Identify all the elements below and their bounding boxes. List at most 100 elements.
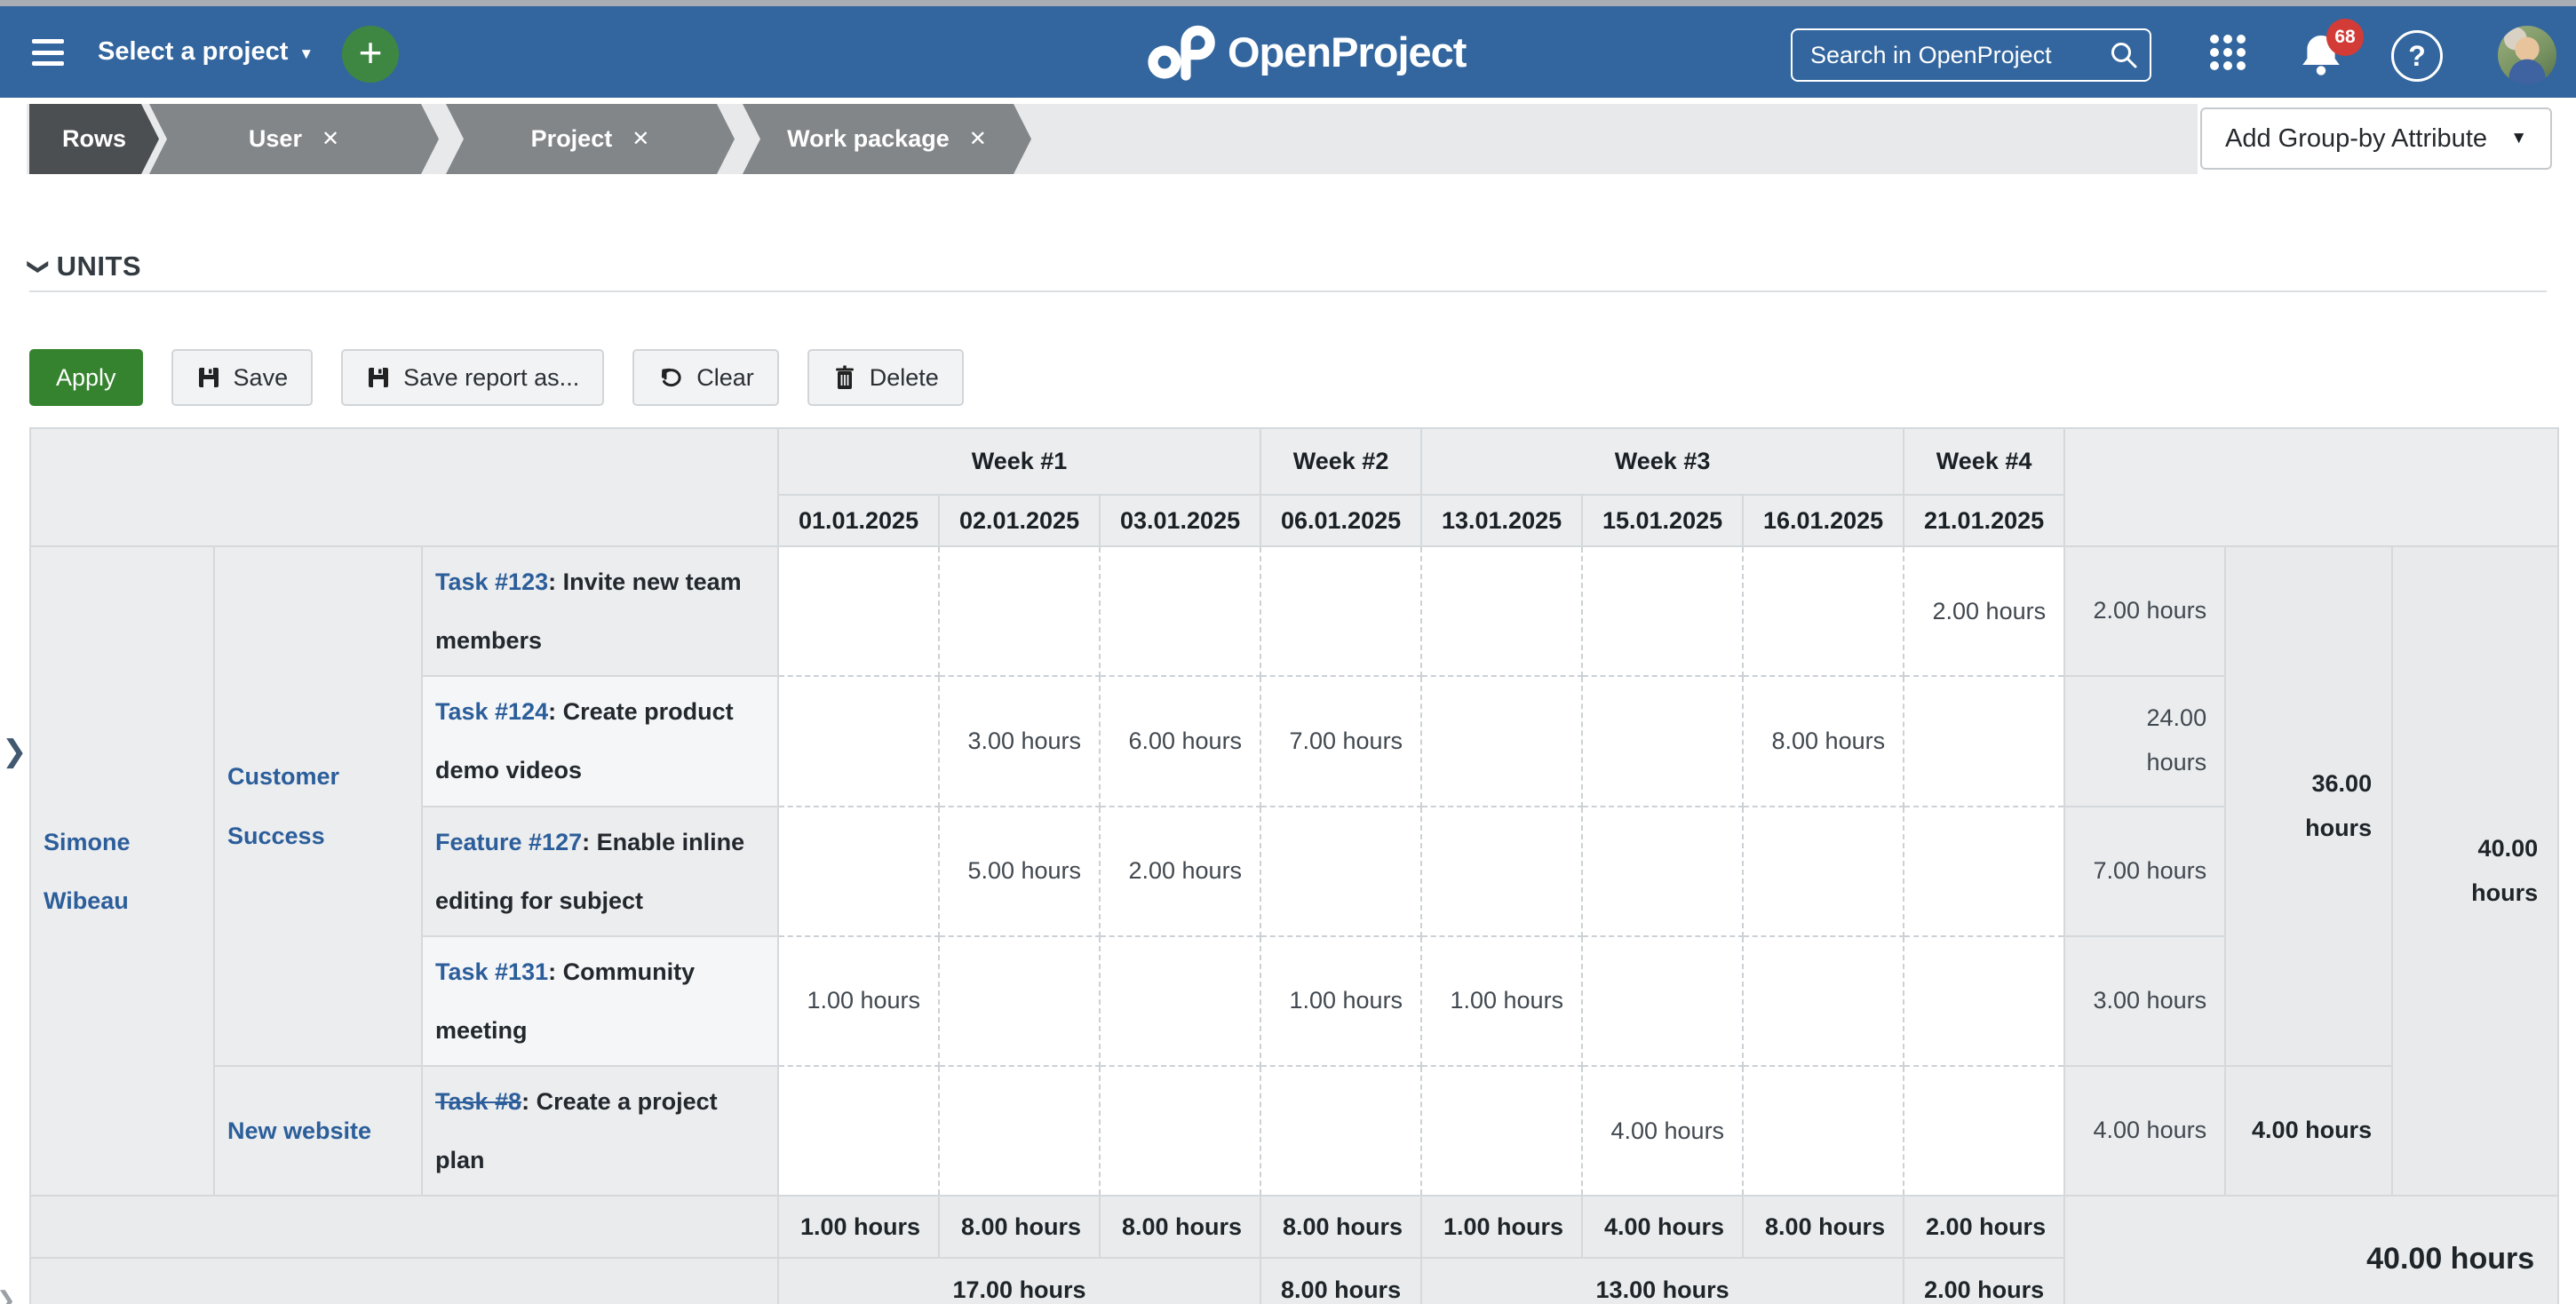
report-toolbar: Apply Save Save report as... xyxy=(29,349,964,406)
daily-total-cell: 4.00 hours xyxy=(1582,1196,1743,1258)
row-total-cell: 24.00 hours xyxy=(2064,676,2225,806)
search-icon[interactable] xyxy=(2109,40,2139,70)
work-package-link[interactable]: Task #131 xyxy=(435,958,548,985)
week-header: Week #3 xyxy=(1421,428,1904,495)
floppy-disk-icon xyxy=(196,365,221,390)
page: Select a project ▼ + OpenProject xyxy=(0,0,2576,1304)
search-input[interactable] xyxy=(1791,28,2151,82)
hours-cell: 7.00 hours xyxy=(1260,676,1421,806)
question-icon: ? xyxy=(2408,40,2426,73)
caret-down-icon: ▼ xyxy=(298,45,314,63)
row-total-cell: 7.00 hours xyxy=(2064,807,2225,936)
hours-cell xyxy=(1421,546,1582,676)
save-report-as-label: Save report as... xyxy=(403,364,579,392)
hours-cell xyxy=(1100,546,1260,676)
date-header: 15.01.2025 xyxy=(1582,495,1743,546)
hours-cell xyxy=(778,676,939,806)
hours-cell xyxy=(1421,676,1582,806)
remove-project-group-icon[interactable]: ✕ xyxy=(632,126,649,152)
hours-cell xyxy=(778,546,939,676)
work-package-link[interactable]: Task #124 xyxy=(435,698,548,725)
units-title: UNITS xyxy=(57,250,142,282)
work-package-link[interactable]: Task #8 xyxy=(435,1088,521,1115)
add-group-by-label: Add Group-by Attribute xyxy=(2225,124,2487,154)
remove-work-package-group-icon[interactable]: ✕ xyxy=(969,126,987,152)
user-total-cell: 40.00 hours xyxy=(2392,546,2558,1196)
trash-icon xyxy=(832,364,857,391)
date-header: 16.01.2025 xyxy=(1743,495,1904,546)
caret-down-icon: ▼ xyxy=(2510,129,2527,148)
hours-cell xyxy=(1904,936,2064,1066)
units-divider xyxy=(29,290,2547,292)
apply-label: Apply xyxy=(56,364,116,392)
units-section-toggle[interactable]: ❯ UNITS xyxy=(29,250,141,282)
project-cell: New website xyxy=(214,1066,422,1196)
rows-label: Rows xyxy=(62,125,126,153)
daily-total-cell: 1.00 hours xyxy=(778,1196,939,1258)
clear-button[interactable]: Clear xyxy=(632,349,779,406)
group-by-tab-work-package[interactable]: Work package ✕ xyxy=(743,104,1031,174)
bottom-scroll-chevron-icon[interactable]: ❯ xyxy=(0,1286,16,1304)
apps-grid-icon[interactable] xyxy=(2210,35,2246,70)
help-button[interactable]: ? xyxy=(2391,30,2443,82)
hours-cell xyxy=(1743,807,1904,936)
work-package-link[interactable]: Feature #127 xyxy=(435,829,582,855)
daily-total-cell: 8.00 hours xyxy=(939,1196,1100,1258)
save-button[interactable]: Save xyxy=(171,349,314,406)
user-link[interactable]: Simone Wibeau xyxy=(44,829,131,914)
date-header: 21.01.2025 xyxy=(1904,495,2064,546)
work-package-cell: Task #8: Create a project plan xyxy=(422,1066,778,1196)
group-by-tab-project[interactable]: Project ✕ xyxy=(446,104,735,174)
hours-cell xyxy=(939,936,1100,1066)
apply-button[interactable]: Apply xyxy=(29,349,143,406)
group-by-tab-user[interactable]: User ✕ xyxy=(149,104,439,174)
project-link[interactable]: New website xyxy=(227,1117,371,1144)
user-cell: Simone Wibeau xyxy=(30,546,214,1196)
logo-text: OpenProject xyxy=(1228,28,1466,76)
date-header: 06.01.2025 xyxy=(1260,495,1421,546)
user-avatar[interactable] xyxy=(2498,26,2556,84)
work-package-cell: Task #124: Create product demo videos xyxy=(422,676,778,806)
footer-empty-cell xyxy=(30,1196,778,1258)
project-link[interactable]: Customer Success xyxy=(227,763,339,848)
weekly-total-cell: 8.00 hours xyxy=(1260,1258,1421,1304)
daily-total-cell: 8.00 hours xyxy=(1743,1196,1904,1258)
group-by-project-label: Project xyxy=(531,125,613,153)
save-report-as-button[interactable]: Save report as... xyxy=(341,349,604,406)
hours-cell xyxy=(939,1066,1100,1196)
delete-button[interactable]: Delete xyxy=(807,349,964,406)
remove-user-group-icon[interactable]: ✕ xyxy=(322,126,339,152)
daily-total-cell: 8.00 hours xyxy=(1260,1196,1421,1258)
hours-cell xyxy=(1904,1066,2064,1196)
work-package-link[interactable]: Task #123 xyxy=(435,569,548,595)
plus-icon: + xyxy=(359,32,383,73)
select-project-label: Select a project xyxy=(98,37,288,67)
hours-cell xyxy=(1421,1066,1582,1196)
hours-cell: 1.00 hours xyxy=(1421,936,1582,1066)
select-project-dropdown[interactable]: Select a project ▼ xyxy=(98,6,314,98)
hours-cell: 3.00 hours xyxy=(939,676,1100,806)
project-cell: Customer Success xyxy=(214,546,422,1066)
notification-count-badge: 68 xyxy=(2326,19,2364,56)
hours-cell xyxy=(1904,807,2064,936)
daily-total-cell: 8.00 hours xyxy=(1100,1196,1260,1258)
work-package-cell: Task #131: Community meeting xyxy=(422,936,778,1066)
hours-cell xyxy=(1260,546,1421,676)
hamburger-menu-icon[interactable] xyxy=(32,39,64,66)
hours-cell: 1.00 hours xyxy=(778,936,939,1066)
hours-cell: 4.00 hours xyxy=(1582,1066,1743,1196)
header-corner-cell xyxy=(30,428,778,546)
notifications-button[interactable]: 68 xyxy=(2296,29,2358,86)
week-header: Week #1 xyxy=(778,428,1260,495)
sidebar-expand-chevron-icon[interactable]: ❯ xyxy=(2,734,28,769)
hours-cell xyxy=(1743,936,1904,1066)
hours-cell: 2.00 hours xyxy=(1904,546,2064,676)
delete-label: Delete xyxy=(870,364,939,392)
row-total-cell: 2.00 hours xyxy=(2064,546,2225,676)
rows-label-tab: Rows xyxy=(29,104,159,174)
chevron-down-icon: ❯ xyxy=(26,258,52,276)
openproject-logo[interactable]: OpenProject xyxy=(1146,6,1466,98)
add-project-button[interactable]: + xyxy=(342,26,399,83)
header-totals-cell xyxy=(2064,428,2558,546)
add-group-by-attribute-select[interactable]: Add Group-by Attribute ▼ xyxy=(2200,107,2552,170)
